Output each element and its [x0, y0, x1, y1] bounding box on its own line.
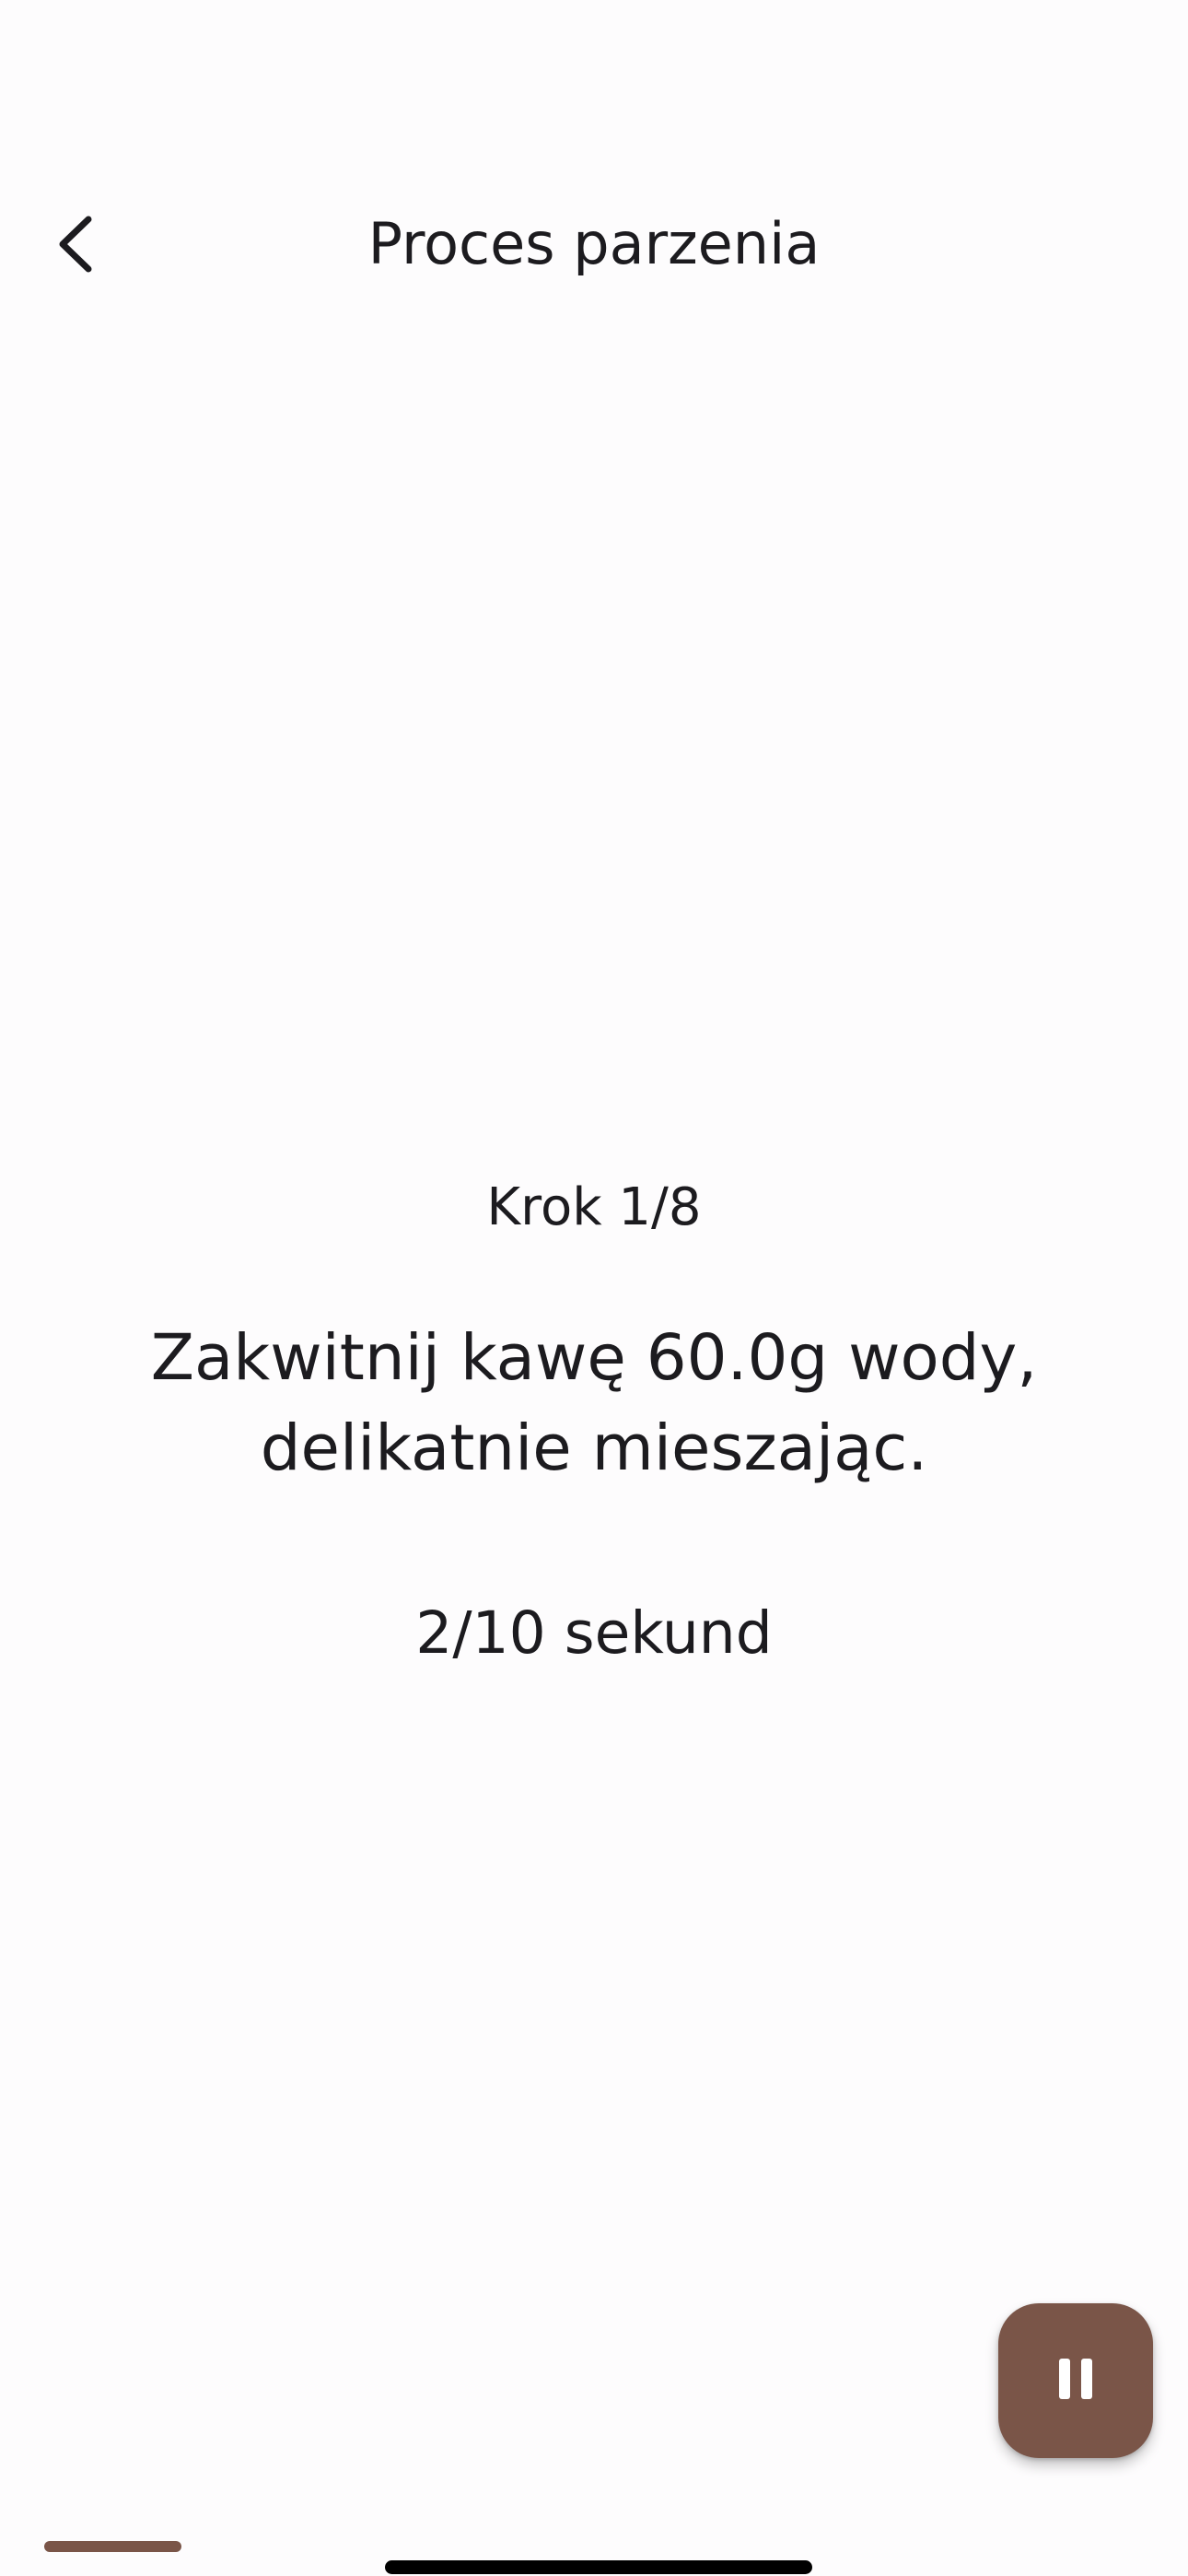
step-counter: Krok 1/8 — [486, 1177, 702, 1237]
pause-icon — [1057, 2359, 1094, 2403]
home-indicator — [385, 2560, 812, 2574]
step-timer: 2/10 sekund — [415, 1599, 773, 1667]
progress-fill — [44, 2541, 181, 2552]
pause-button[interactable] — [998, 2303, 1153, 2458]
app-bar: Proces parzenia — [0, 175, 1188, 313]
page-title: Proces parzenia — [367, 210, 821, 277]
progress-bar — [44, 2541, 1144, 2552]
step-instruction: Zakwitnij kawę 60.0g wody, delikatnie mi… — [150, 1321, 1038, 1485]
